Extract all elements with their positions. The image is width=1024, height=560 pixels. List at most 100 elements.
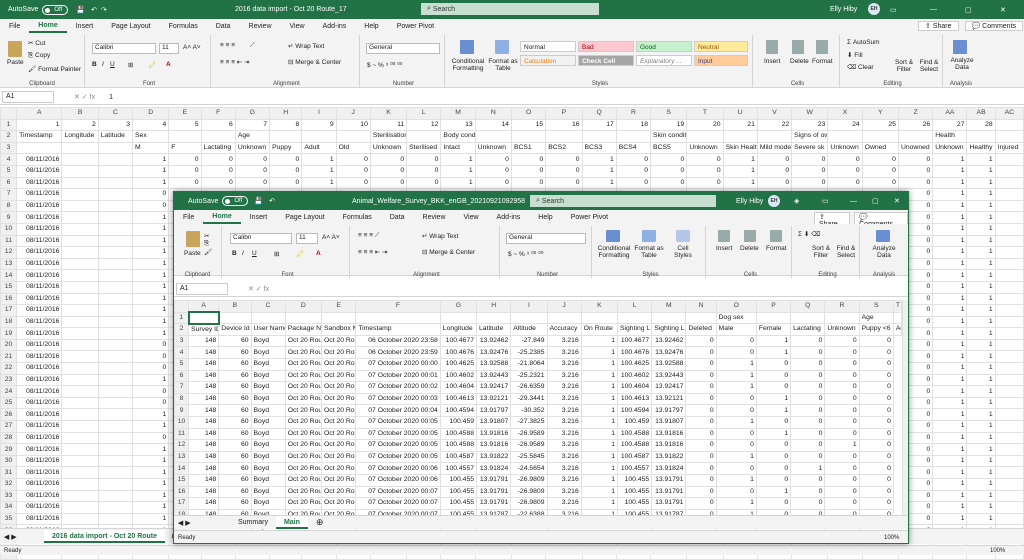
delete-button[interactable]: Delete <box>790 58 809 65</box>
table-cell[interactable]: Latitude <box>476 323 512 336</box>
table-cell[interactable] <box>97 443 134 456</box>
table-cell[interactable]: Oct 20 Rou <box>320 381 357 394</box>
table-cell[interactable] <box>97 466 134 479</box>
table-cell[interactable]: 0 <box>824 462 860 475</box>
table-cell[interactable] <box>994 222 1024 236</box>
table-cell[interactable]: 100.4677 <box>439 334 478 348</box>
table-cell[interactable] <box>61 304 99 317</box>
table-cell[interactable] <box>61 280 99 294</box>
front-cut-copy-icons[interactable]: ✂ ⎘ 🖌 <box>204 232 212 256</box>
table-cell[interactable]: 0 <box>545 176 583 190</box>
table-cell[interactable]: 1 <box>581 176 617 190</box>
row-header[interactable]: 15 <box>0 280 18 294</box>
table-cell[interactable] <box>61 443 99 456</box>
table-cell[interactable]: -26.9809 <box>510 497 548 510</box>
table-cell[interactable]: 1 <box>966 350 996 364</box>
table-cell[interactable]: 13.91791 <box>651 497 687 510</box>
table-cell[interactable]: 0 <box>824 415 860 429</box>
align-top-icons[interactable]: ≡ ≡ ≡ <box>220 42 235 49</box>
table-cell[interactable]: 3.216 <box>546 392 582 406</box>
front-formula-icons[interactable]: ✕ ✓ fx <box>248 285 269 293</box>
table-cell[interactable] <box>994 130 1024 143</box>
row-header[interactable]: 7 <box>0 188 18 201</box>
table-cell[interactable]: 0 <box>686 176 724 190</box>
front-menu-formulas[interactable]: Formulas <box>334 214 381 221</box>
table-cell[interactable]: 148 <box>188 462 220 475</box>
column-header[interactable]: Z <box>897 107 934 120</box>
table-cell[interactable]: Signs of ownership <box>791 130 829 143</box>
table-cell[interactable]: 0 <box>858 392 894 406</box>
front-sheet-tab-summary[interactable]: Summary <box>230 516 276 529</box>
table-cell[interactable]: 0 <box>474 164 512 178</box>
table-cell[interactable] <box>994 362 1024 375</box>
table-cell[interactable]: 100.459 <box>439 415 478 429</box>
column-header[interactable]: Q <box>581 107 617 120</box>
table-cell[interactable] <box>994 478 1024 491</box>
table-cell[interactable]: 100.4613 <box>439 392 478 406</box>
table-cell[interactable]: 1 <box>715 357 757 371</box>
table-cell[interactable]: 100.4676 <box>616 346 653 359</box>
redo-icon[interactable]: ↷ <box>101 6 107 14</box>
table-cell[interactable]: BCS3 <box>581 141 617 155</box>
table-cell[interactable]: 148 <box>188 381 220 394</box>
table-cell[interactable]: 0 <box>715 462 757 475</box>
row-header[interactable]: 9 <box>0 211 18 224</box>
avatar[interactable]: EH <box>868 3 880 15</box>
table-cell[interactable]: 08/11/2016 <box>16 385 63 398</box>
table-cell[interactable]: 13.92121 <box>651 392 687 406</box>
table-cell[interactable]: 0 <box>715 346 757 359</box>
table-cell[interactable] <box>994 188 1024 201</box>
table-cell[interactable]: 100.455 <box>439 485 478 499</box>
table-cell[interactable]: Longitude <box>439 323 478 336</box>
table-cell[interactable]: 13.92417 <box>651 381 687 394</box>
table-cell[interactable] <box>269 130 303 143</box>
front-column-header[interactable]: T <box>892 300 903 313</box>
table-cell[interactable] <box>97 257 134 271</box>
table-cell[interactable]: 13.92588 <box>476 357 512 371</box>
table-cell[interactable]: 0 <box>791 164 829 178</box>
table-cell[interactable]: 1 <box>932 512 968 526</box>
table-cell[interactable]: 0 <box>755 439 792 452</box>
table-cell[interactable]: 13.91797 <box>651 404 687 417</box>
table-cell[interactable]: Age <box>858 311 894 325</box>
table-cell[interactable]: Boyd <box>250 404 286 417</box>
table-cell[interactable] <box>61 153 99 166</box>
table-cell[interactable]: Unowned <box>897 141 934 155</box>
table-cell[interactable]: 1 <box>132 280 170 294</box>
row-header[interactable]: 2 <box>0 130 18 143</box>
column-header[interactable]: N <box>474 107 512 120</box>
column-header[interactable]: U <box>722 107 758 120</box>
table-cell[interactable]: 1 <box>966 396 996 410</box>
table-cell[interactable]: 1 <box>132 466 170 479</box>
table-cell[interactable]: 0 <box>858 473 894 487</box>
ribbon-display-icon[interactable]: ▭ <box>890 6 897 14</box>
table-cell[interactable]: 1 <box>966 338 996 352</box>
table-cell[interactable]: 1 <box>966 362 996 375</box>
table-cell[interactable]: Unknown <box>827 141 863 155</box>
table-cell[interactable]: Body condition score <box>440 130 476 143</box>
merge-center-button[interactable]: ⊟ Merge & Center <box>288 58 341 66</box>
table-cell[interactable]: 18 <box>615 118 652 132</box>
format-cells-icon[interactable] <box>816 40 828 54</box>
row-header[interactable]: 33 <box>0 489 18 503</box>
row-header[interactable]: 8 <box>0 199 18 213</box>
table-cell[interactable]: 1 <box>966 501 996 514</box>
front-fill-color-icon[interactable]: 🖍 <box>296 250 304 258</box>
table-cell[interactable]: 1 <box>580 439 618 452</box>
table-cell[interactable] <box>61 269 99 282</box>
table-cell[interactable]: 0 <box>510 153 547 166</box>
table-cell[interactable]: 1 <box>580 473 618 487</box>
table-cell[interactable]: 0 <box>824 497 860 510</box>
table-cell[interactable]: 6 <box>200 118 236 132</box>
table-cell[interactable] <box>61 454 99 468</box>
table-cell[interactable]: 2 <box>61 118 99 132</box>
bold-button[interactable]: B <box>92 61 97 68</box>
front-menu-page-layout[interactable]: Page Layout <box>276 214 333 221</box>
table-cell[interactable]: 13.91816 <box>651 427 687 441</box>
front-search-box[interactable]: ⌕ Search <box>530 195 716 207</box>
table-cell[interactable]: 08/11/2016 <box>16 327 63 340</box>
table-cell[interactable]: 1 <box>932 396 968 410</box>
table-cell[interactable]: 1 <box>132 512 170 526</box>
table-cell[interactable]: Oct 20 Rou <box>284 334 322 348</box>
table-cell[interactable]: 07 October 2020 00:05 <box>355 427 441 441</box>
